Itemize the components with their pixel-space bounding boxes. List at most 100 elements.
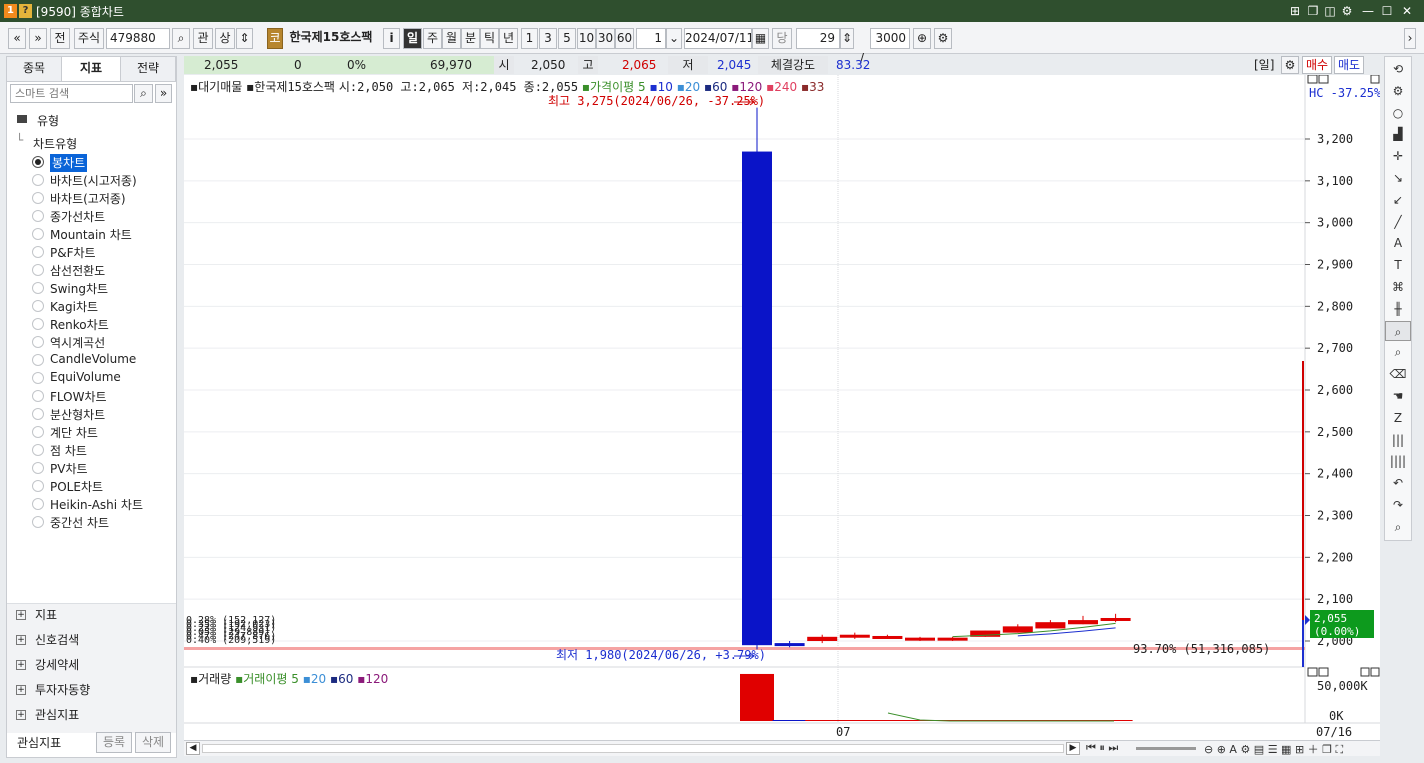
updown-spinner[interactable]: ⇕ xyxy=(236,28,253,49)
chart-type-radio[interactable] xyxy=(32,192,44,204)
sang-button[interactable]: 상 xyxy=(215,28,235,49)
register-button[interactable]: 등록 xyxy=(96,732,132,753)
bottom-scrollbar[interactable]: ◀ ▶ ⏮ ⏸ ⏭ ⊖ ⊕ A ⚙ ▤ ☰ ▦ ⊞ ＋ ❐ ⛶ xyxy=(184,740,1380,756)
gear-icon[interactable]: ⚙ xyxy=(1385,81,1411,101)
search-icon[interactable]: ⌕ xyxy=(134,84,153,103)
nav-first-button[interactable]: « xyxy=(8,28,26,49)
chart-type-radio[interactable] xyxy=(32,426,44,438)
bottom-menu-item[interactable]: + 투자자동향 xyxy=(7,678,176,703)
minimize-icon[interactable]: — xyxy=(1359,2,1377,20)
date-input[interactable]: 2024/07/11 xyxy=(684,28,752,49)
refresh-icon[interactable]: ⟲ xyxy=(1385,59,1411,79)
chart-type-label[interactable]: 바차트(시고저종) xyxy=(50,172,137,190)
bars-icon[interactable]: ||| xyxy=(1385,430,1411,450)
delete-button[interactable]: 삭제 xyxy=(135,732,171,753)
scroll-track[interactable] xyxy=(202,744,1064,753)
period-month[interactable]: 월 xyxy=(442,28,461,49)
chart-type-radio[interactable] xyxy=(32,444,44,456)
bottom-menu-item[interactable]: + 강세약세 xyxy=(7,653,176,678)
scroll-left-icon[interactable]: ◀ xyxy=(186,742,200,755)
chart-type-label[interactable]: 중간선 차트 xyxy=(50,514,109,532)
chart-type-label[interactable]: 종가선차트 xyxy=(50,208,105,226)
chart-type-label[interactable]: POLE차트 xyxy=(50,478,103,496)
crosshair-icon[interactable]: ✛ xyxy=(1385,146,1411,166)
total-input[interactable]: 3000 xyxy=(870,28,910,49)
period-day[interactable]: 일 xyxy=(403,28,422,49)
text-icon[interactable]: T xyxy=(1385,255,1411,275)
period-tick[interactable]: 틱 xyxy=(480,28,499,49)
bottom-menu-item[interactable]: + 지표 xyxy=(7,603,176,628)
chart-type-radio[interactable] xyxy=(32,156,44,168)
chart-type-radio[interactable] xyxy=(32,462,44,474)
chart-type-radio[interactable] xyxy=(32,336,44,348)
chart-type-label[interactable]: Swing차트 xyxy=(50,280,108,298)
chart-type-radio[interactable] xyxy=(32,498,44,510)
chart-type-radio[interactable] xyxy=(32,516,44,528)
chart-type-radio[interactable] xyxy=(32,318,44,330)
chart-icon[interactable]: ▟ xyxy=(1385,124,1411,144)
chart-type-radio[interactable] xyxy=(32,174,44,186)
chart-type-label[interactable]: FLOW차트 xyxy=(50,388,107,406)
chart-type-label[interactable]: CandleVolume xyxy=(50,352,136,370)
count-3[interactable]: 3 xyxy=(539,28,557,49)
search-icon[interactable]: ⌕ xyxy=(172,28,190,49)
chart-type-label[interactable]: Heikin-Ashi 차트 xyxy=(50,496,143,514)
chart-type-label[interactable]: P&F차트 xyxy=(50,244,96,262)
chart-type-radio[interactable] xyxy=(32,354,44,366)
z-icon[interactable]: Z xyxy=(1385,408,1411,428)
tree-chart-type[interactable]: 차트유형 xyxy=(33,135,77,152)
chart-type-label[interactable]: Renko차트 xyxy=(50,316,109,334)
close-icon[interactable]: ✕ xyxy=(1398,2,1416,20)
chart-type-label[interactable]: 삼선전환도 xyxy=(50,262,105,280)
tab-indicator[interactable]: 지표 xyxy=(62,57,121,81)
chart-type-label[interactable]: 계단 차트 xyxy=(50,424,98,442)
undo-icon[interactable]: ↶ xyxy=(1385,473,1411,493)
chart-type-radio[interactable] xyxy=(32,300,44,312)
settings-icon[interactable]: ⚙ xyxy=(1338,2,1356,20)
capture-icon[interactable]: ◫ xyxy=(1321,2,1339,20)
chart-type-label[interactable]: PV차트 xyxy=(50,460,88,478)
market-select[interactable]: 주식 xyxy=(74,28,104,49)
chart-type-radio[interactable] xyxy=(32,372,44,384)
smart-search-input[interactable] xyxy=(10,84,133,103)
sell-button[interactable]: 매도 xyxy=(1334,56,1364,74)
eraser-icon[interactable]: ⌫ xyxy=(1385,364,1411,384)
calendar-icon[interactable]: ▦ xyxy=(752,28,769,49)
line-tool-icon[interactable]: ↘ xyxy=(1385,168,1411,188)
maximize-icon[interactable]: ☐ xyxy=(1378,2,1396,20)
pin-icon[interactable]: ⊞ xyxy=(1286,2,1304,20)
tab-stock[interactable]: 종목 xyxy=(7,57,62,81)
zoom-controls[interactable]: ⊖ ⊕ A ⚙ ▤ ☰ ▦ ⊞ ＋ ❐ ⛶ xyxy=(1204,741,1343,757)
count-1[interactable]: 1 xyxy=(521,28,538,49)
kwan-button[interactable]: 관 xyxy=(193,28,213,49)
chart-type-label[interactable]: Mountain 차트 xyxy=(50,226,132,244)
chart-type-radio[interactable] xyxy=(32,282,44,294)
toolbar-more-icon[interactable]: › xyxy=(1404,28,1416,49)
num-spinner[interactable]: ⇕ xyxy=(840,28,854,49)
num-input[interactable]: 29 xyxy=(796,28,840,49)
copy-icon[interactable]: ❐ xyxy=(1304,2,1322,20)
pattern-icon[interactable]: ⌘ xyxy=(1385,277,1411,297)
count-input[interactable]: 1 xyxy=(636,28,666,49)
count-5[interactable]: 5 xyxy=(558,28,576,49)
zoom-icon[interactable]: ⊕ xyxy=(913,28,931,49)
period-minute[interactable]: 분 xyxy=(461,28,480,49)
hand-icon[interactable]: ☚ xyxy=(1385,386,1411,406)
chart-type-radio[interactable] xyxy=(32,390,44,402)
zoom-list-icon[interactable]: ⌕ xyxy=(1385,342,1411,362)
trend-icon[interactable]: ↙ xyxy=(1385,190,1411,210)
chart-area[interactable]: 0.28% (152,127) 0.35% (192,023) 0.23% (124… xyxy=(184,75,1380,740)
period-week[interactable]: 주 xyxy=(423,28,442,49)
count-dropdown-icon[interactable]: ⌄ xyxy=(666,28,682,49)
redo-icon[interactable]: ↷ xyxy=(1385,495,1411,515)
chart-type-label[interactable]: 분산형차트 xyxy=(50,406,105,424)
bars2-icon[interactable]: |||| xyxy=(1385,451,1411,471)
auto-icon[interactable]: A xyxy=(1385,233,1411,253)
prev-button[interactable]: 전 xyxy=(50,28,70,49)
chart-type-radio[interactable] xyxy=(32,264,44,276)
chart-type-radio[interactable] xyxy=(32,228,44,240)
playback-controls[interactable]: ⏮ ⏸ ⏭ xyxy=(1086,741,1118,755)
magnify-icon[interactable]: ⌕ xyxy=(1385,517,1411,537)
chart-type-label[interactable]: Kagi차트 xyxy=(50,298,98,316)
info-button[interactable]: i xyxy=(383,28,400,49)
